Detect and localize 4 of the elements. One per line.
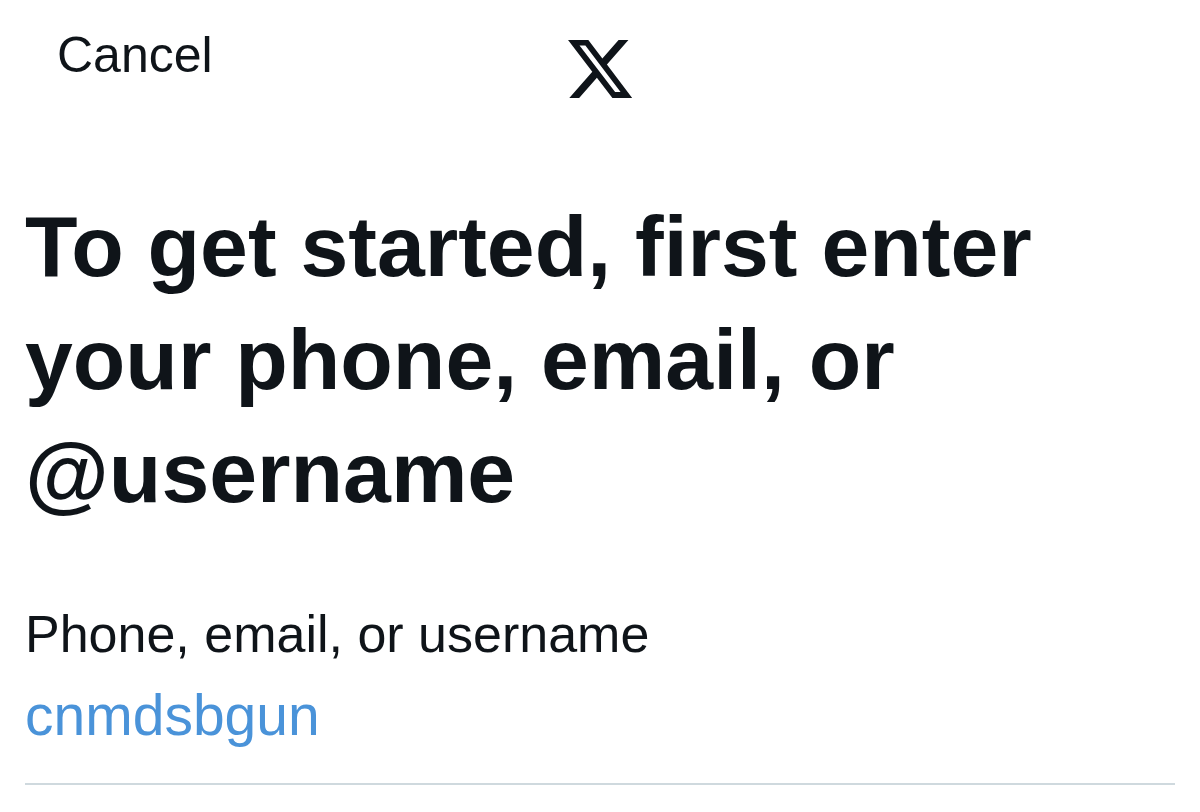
field-label: Phone, email, or username	[25, 604, 651, 665]
page-heading: To get started, first enter your phone, email, or @username	[25, 197, 1033, 522]
cancel-button[interactable]: Cancel	[57, 25, 213, 85]
logo-icon	[568, 40, 632, 98]
